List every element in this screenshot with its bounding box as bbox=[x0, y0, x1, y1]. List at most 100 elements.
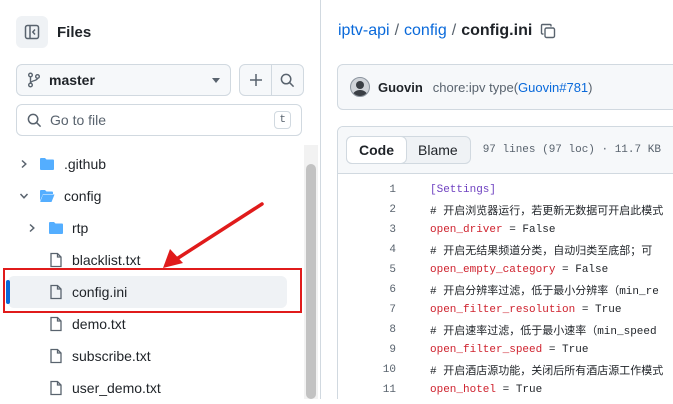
file-header: Code Blame 97 lines (97 loc) · 11.7 KB bbox=[338, 127, 673, 174]
code-line: 10 # 开启酒店源功能，关闭后所有酒店源工作模式 bbox=[338, 360, 673, 380]
line-number[interactable]: 6 bbox=[338, 284, 396, 296]
code-line: 6 # 开启分辨率过滤，低于最小分辨率（min_re bbox=[338, 280, 673, 300]
code-text: open_driver = False bbox=[430, 224, 555, 236]
code-line: 5 open_empty_category = False bbox=[338, 260, 673, 280]
search-icon bbox=[27, 113, 42, 127]
line-number[interactable]: 2 bbox=[338, 204, 396, 216]
config-key: open_hotel bbox=[430, 384, 497, 396]
code-line: 2 # 开启浏览器运行，若更新无数据可开启此模式 bbox=[338, 200, 673, 220]
tree-item-rtp[interactable]: rtp bbox=[0, 212, 302, 244]
file-meta: 97 lines (97 loc) · 11.7 KB bbox=[482, 144, 661, 156]
tree-item-label: .github bbox=[64, 156, 107, 172]
view-mode-toggle: Code Blame bbox=[346, 136, 471, 164]
code-line: 7 open_filter_resolution = True bbox=[338, 300, 673, 320]
config-value: = True bbox=[575, 304, 622, 316]
code-text: # 开启分辨率过滤，低于最小分辨率（min_re bbox=[430, 286, 659, 298]
collapse-sidebar-button[interactable] bbox=[16, 16, 48, 48]
chevron-down-icon bbox=[212, 77, 220, 83]
code-text: open_filter_resolution = True bbox=[430, 304, 621, 316]
git-branch-icon bbox=[28, 72, 40, 88]
code-text: # 开启无结果频道分类，自动归类至底部；可 bbox=[430, 246, 653, 258]
commit-message-text: chore:ipv type( bbox=[432, 79, 519, 95]
line-number[interactable]: 3 bbox=[338, 224, 396, 236]
tree-item-label: blacklist.txt bbox=[72, 252, 141, 268]
copy-path-icon[interactable] bbox=[540, 23, 556, 39]
line-number[interactable]: 5 bbox=[338, 264, 396, 276]
latest-commit-bar: Guovin chore:ipv type(Guovin#781) bbox=[337, 64, 673, 110]
chevron-right-icon[interactable] bbox=[27, 223, 37, 233]
config-value: = True bbox=[496, 384, 543, 396]
chevron-right-icon[interactable] bbox=[19, 159, 29, 169]
chevron-down-icon[interactable] bbox=[19, 191, 29, 201]
branch-row: master bbox=[16, 64, 304, 96]
tree-item-subscribe[interactable]: subscribe.txt bbox=[0, 340, 302, 372]
search-code-button[interactable] bbox=[271, 65, 303, 95]
tree-item-label: user_demo.txt bbox=[72, 380, 161, 396]
commit-message[interactable]: chore:ipv type(Guovin#781) bbox=[433, 80, 593, 95]
config-key: open_filter_resolution bbox=[430, 304, 576, 316]
breadcrumb-folder-link[interactable]: config bbox=[404, 22, 447, 40]
line-number[interactable]: 10 bbox=[338, 364, 396, 376]
add-file-button[interactable] bbox=[240, 65, 271, 95]
commit-ref-link[interactable]: Guovin#781 bbox=[518, 80, 588, 95]
line-number[interactable]: 8 bbox=[338, 324, 396, 336]
file-icon bbox=[50, 348, 62, 364]
file-icon bbox=[50, 252, 62, 268]
file-icon bbox=[50, 380, 62, 396]
code-text: # 开启浏览器运行，若更新无数据可开启此模式 bbox=[430, 206, 664, 218]
tree-item-github[interactable]: .github bbox=[0, 148, 302, 180]
code-line: 9 open_filter_speed = True bbox=[338, 340, 673, 360]
file-viewer: Code Blame 97 lines (97 loc) · 11.7 KB 1… bbox=[337, 126, 673, 399]
annotation-highlight-box bbox=[3, 268, 302, 313]
line-number[interactable]: 1 bbox=[338, 184, 396, 196]
config-value: = False bbox=[502, 224, 556, 236]
tree-item-user-demo[interactable]: user_demo.txt bbox=[0, 372, 302, 404]
file-icon bbox=[50, 316, 62, 332]
code-view: 1 [Settings] 2 # 开启浏览器运行，若更新无数据可开启此模式 3 open_… bbox=[338, 174, 673, 399]
breadcrumb: iptv-api / config / config.ini bbox=[338, 22, 556, 40]
code-text: # 开启酒店源功能，关闭后所有酒店源工作模式 bbox=[430, 366, 664, 378]
code-line: 11 open_hotel = True bbox=[338, 380, 673, 399]
keyboard-shortcut-badge: t bbox=[274, 111, 291, 129]
search-placeholder: Go to file bbox=[50, 112, 107, 128]
config-key: open_empty_category bbox=[430, 264, 556, 276]
tree-item-config[interactable]: config bbox=[0, 180, 302, 212]
config-value: = True bbox=[542, 344, 589, 356]
files-header: Files bbox=[16, 16, 91, 48]
line-number[interactable]: 11 bbox=[338, 384, 396, 396]
code-text: [Settings] bbox=[430, 184, 497, 196]
breadcrumb-separator: / bbox=[394, 22, 400, 39]
code-text: open_empty_category = False bbox=[430, 264, 608, 276]
avatar[interactable] bbox=[350, 77, 370, 97]
config-key: open_filter_speed bbox=[430, 344, 543, 356]
breadcrumb-repo-link[interactable]: iptv-api bbox=[338, 22, 390, 40]
breadcrumb-separator: / bbox=[451, 22, 457, 39]
line-number[interactable]: 4 bbox=[338, 244, 396, 256]
breadcrumb-current-file: config.ini bbox=[461, 22, 533, 39]
code-line: 4 # 开启无结果频道分类，自动归类至底部；可 bbox=[338, 240, 673, 260]
branch-selector[interactable]: master bbox=[16, 64, 231, 96]
folder-icon bbox=[49, 222, 63, 234]
tab-code[interactable]: Code bbox=[346, 136, 407, 164]
go-to-file-input[interactable]: Go to file t bbox=[16, 104, 302, 136]
main-content: iptv-api / config / config.ini Guovin ch… bbox=[321, 0, 673, 399]
line-number[interactable]: 7 bbox=[338, 304, 396, 316]
code-line: 3 open_driver = False bbox=[338, 220, 673, 240]
code-text: open_filter_speed = True bbox=[430, 344, 588, 356]
config-value: = False bbox=[555, 264, 609, 276]
tab-blame[interactable]: Blame bbox=[406, 137, 470, 163]
sidebar-collapse-icon bbox=[24, 24, 40, 40]
commit-author[interactable]: Guovin bbox=[378, 80, 423, 95]
branch-name: master bbox=[49, 72, 95, 88]
file-tree-sidebar: Files master Go to file t .github config… bbox=[0, 0, 321, 399]
folder-icon bbox=[40, 158, 54, 170]
folder-open-icon bbox=[40, 190, 55, 202]
scrollbar-thumb[interactable] bbox=[306, 164, 316, 399]
tree-item-label: subscribe.txt bbox=[72, 348, 151, 364]
search-icon bbox=[280, 73, 295, 87]
files-title: Files bbox=[57, 23, 92, 41]
code-line: 8 # 开启速率过滤，低于最小速率（min_speed bbox=[338, 320, 673, 340]
config-key: open_driver bbox=[430, 224, 503, 236]
tree-item-label: rtp bbox=[72, 220, 89, 236]
line-number[interactable]: 9 bbox=[338, 344, 396, 356]
